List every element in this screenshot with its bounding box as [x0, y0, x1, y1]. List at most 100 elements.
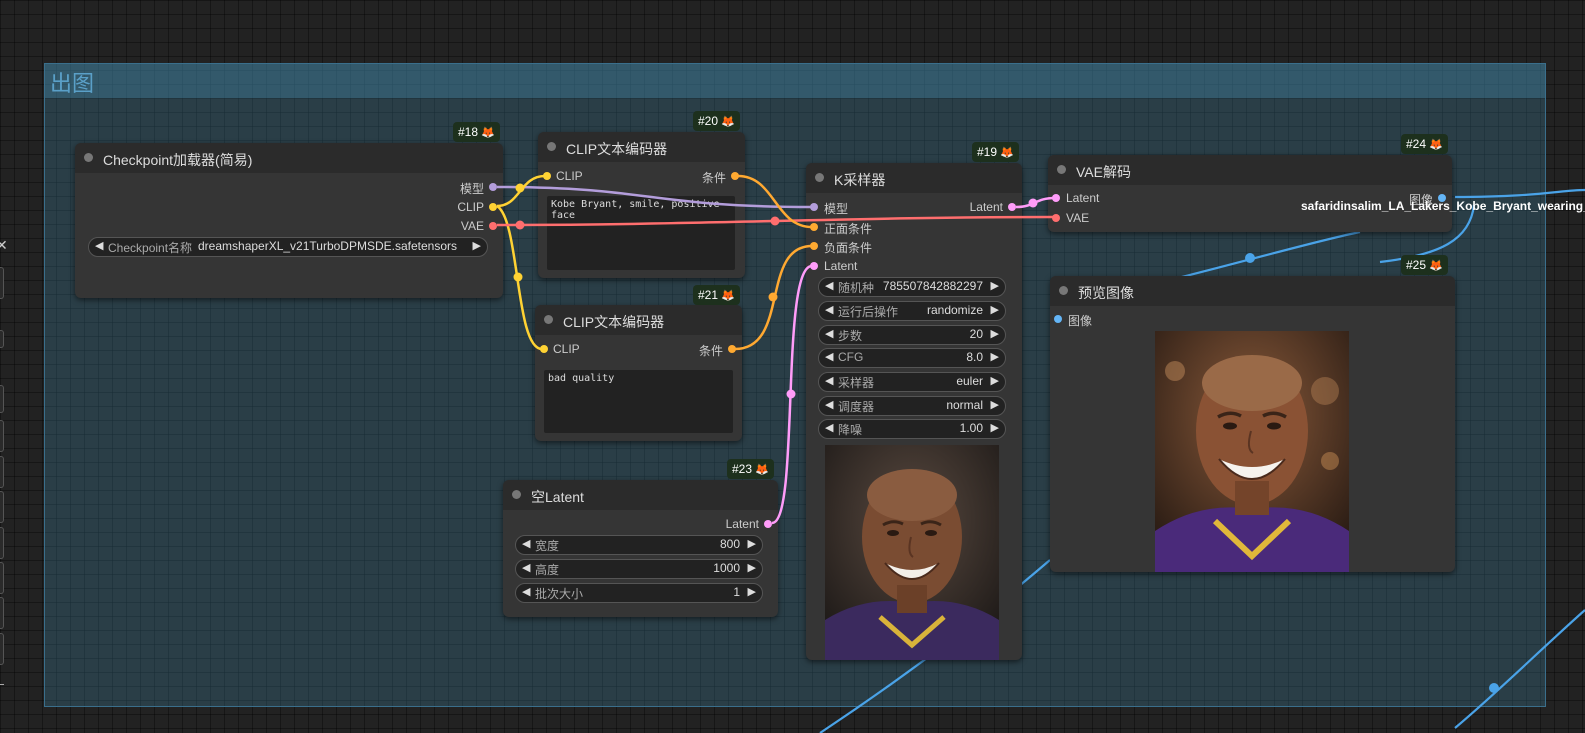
- node-title: VAE解码: [1076, 164, 1131, 180]
- input-vae-slot[interactable]: [1052, 214, 1060, 222]
- widget-sampler[interactable]: ◀ 采样器 euler ▶: [818, 372, 1006, 392]
- widget-label: 步数: [838, 329, 863, 343]
- node-header[interactable]: CLIP文本编码器: [535, 305, 742, 335]
- sampler-preview-image: [825, 445, 999, 660]
- toolbar-tab[interactable]: [0, 562, 4, 594]
- widget-scheduler[interactable]: ◀ 调度器 normal ▶: [818, 396, 1006, 416]
- widget-ckpt-name[interactable]: ◀ Checkpoint名称 dreamshaperXL_v21TurboDPM…: [88, 237, 488, 257]
- node-clip-text-encode-negative[interactable]: CLIP文本编码器 CLIP 条件 bad quality: [535, 305, 742, 441]
- arrow-left-icon[interactable]: ◀: [825, 398, 833, 411]
- collapse-dot[interactable]: [84, 153, 93, 162]
- input-clip-slot[interactable]: [540, 345, 548, 353]
- node-header[interactable]: K采样器: [806, 163, 1022, 193]
- node-empty-latent[interactable]: 空Latent Latent ◀ 宽度 800 ▶ ◀ 高度 1000 ▶ ◀ …: [503, 480, 778, 617]
- node-title: CLIP文本编码器: [566, 141, 668, 157]
- widget-label: Checkpoint名称: [108, 241, 193, 255]
- output-latent-slot[interactable]: [1008, 203, 1016, 211]
- input-latent-slot[interactable]: [1052, 194, 1060, 202]
- arrow-right-icon[interactable]: ▶: [991, 374, 999, 387]
- widget-cfg[interactable]: ◀ CFG 8.0 ▶: [818, 348, 1006, 368]
- input-image-slot[interactable]: [1054, 315, 1062, 323]
- collapse-dot[interactable]: [815, 173, 824, 182]
- input-latent-slot[interactable]: [810, 262, 818, 270]
- collapse-dot[interactable]: [1059, 286, 1068, 295]
- output-clip-slot[interactable]: [489, 203, 497, 211]
- toolbar-tab[interactable]: [0, 527, 4, 559]
- node-ksampler[interactable]: K采样器 模型 正面条件 负面条件 Latent Latent ◀ 随机种 78…: [806, 163, 1022, 660]
- input-clip-slot[interactable]: [543, 172, 551, 180]
- arrow-left-icon[interactable]: ◀: [825, 279, 833, 292]
- input-negative-slot[interactable]: [810, 242, 818, 250]
- node-header[interactable]: CLIP文本编码器: [538, 132, 745, 162]
- collapse-dot[interactable]: [547, 142, 556, 151]
- node-preview-image[interactable]: 预览图像 图像: [1050, 276, 1455, 572]
- output-conditioning-label: 条件: [701, 171, 726, 185]
- toolbar-tab[interactable]: [0, 633, 4, 665]
- arrow-right-icon[interactable]: ▶: [991, 398, 999, 411]
- input-positive-slot[interactable]: [810, 223, 818, 231]
- collapse-dot[interactable]: [544, 315, 553, 324]
- output-conditioning-slot[interactable]: [731, 172, 739, 180]
- toolbar-tab[interactable]: [0, 456, 4, 488]
- arrow-left-icon[interactable]: ◀: [825, 327, 833, 340]
- fox-icon: 🦊: [1429, 260, 1443, 272]
- arrow-right-icon[interactable]: ▶: [991, 279, 999, 292]
- prompt-textarea[interactable]: bad quality: [544, 370, 733, 433]
- node-clip-text-encode-positive[interactable]: CLIP文本编码器 CLIP 条件 Kobe Bryant, smile, po…: [538, 132, 745, 278]
- arrow-left-icon[interactable]: ◀: [522, 561, 530, 574]
- node-id: #20: [698, 114, 719, 128]
- widget-seed[interactable]: ◀ 随机种 785507842882297 ▶: [818, 277, 1006, 297]
- widget-height[interactable]: ◀ 高度 1000 ▶: [515, 559, 763, 579]
- prompt-textarea[interactable]: Kobe Bryant, smile, positive face: [547, 196, 735, 270]
- widget-width[interactable]: ◀ 宽度 800 ▶: [515, 535, 763, 555]
- arrow-left-icon[interactable]: ◀: [95, 239, 103, 252]
- toolbar-divider: [0, 684, 4, 685]
- output-latent-slot[interactable]: [764, 520, 772, 528]
- widget-denoise[interactable]: ◀ 降噪 1.00 ▶: [818, 419, 1006, 439]
- input-vae-label: VAE: [1066, 211, 1090, 225]
- toolbar-tab[interactable]: [0, 491, 4, 523]
- widget-label: 随机种: [838, 281, 875, 295]
- arrow-right-icon[interactable]: ▶: [473, 239, 481, 252]
- arrow-left-icon[interactable]: ◀: [522, 537, 530, 550]
- output-conditioning-slot[interactable]: [728, 345, 736, 353]
- arrow-right-icon[interactable]: ▶: [748, 561, 756, 574]
- collapse-dot[interactable]: [512, 490, 521, 499]
- arrow-left-icon[interactable]: ◀: [522, 585, 530, 598]
- output-vae-slot[interactable]: [489, 222, 497, 230]
- widget-label: 宽度: [535, 539, 560, 553]
- arrow-left-icon[interactable]: ◀: [825, 421, 833, 434]
- toolbar-tab[interactable]: [0, 385, 4, 413]
- widget-steps[interactable]: ◀ 步数 20 ▶: [818, 325, 1006, 345]
- arrow-right-icon[interactable]: ▶: [991, 421, 999, 434]
- toolbar-tab[interactable]: [0, 330, 4, 348]
- collapse-dot[interactable]: [1057, 165, 1066, 174]
- close-icon[interactable]: ✕: [0, 237, 8, 254]
- widget-batch-size[interactable]: ◀ 批次大小 1 ▶: [515, 583, 763, 603]
- arrow-right-icon[interactable]: ▶: [748, 585, 756, 598]
- arrow-right-icon[interactable]: ▶: [991, 327, 999, 340]
- arrow-right-icon[interactable]: ▶: [991, 350, 999, 363]
- node-header[interactable]: 预览图像: [1050, 276, 1455, 306]
- toolbar-tab[interactable]: [0, 597, 4, 629]
- widget-value: 20: [969, 327, 983, 341]
- widget-control-after-generate[interactable]: ◀ 运行后操作 randomize ▶: [818, 301, 1006, 321]
- output-model-slot[interactable]: [489, 183, 497, 191]
- arrow-left-icon[interactable]: ◀: [825, 350, 833, 363]
- input-image-label: 图像: [1068, 314, 1093, 328]
- node-header[interactable]: Checkpoint加载器(简易): [75, 143, 503, 173]
- node-header[interactable]: VAE解码: [1048, 155, 1452, 185]
- arrow-right-icon[interactable]: ▶: [748, 537, 756, 550]
- preview-output-image[interactable]: [1155, 331, 1349, 572]
- widget-value: randomize: [926, 303, 983, 317]
- toolbar-tab[interactable]: [0, 267, 4, 299]
- input-model-slot[interactable]: [810, 203, 818, 211]
- arrow-left-icon[interactable]: ◀: [825, 374, 833, 387]
- node-checkpoint-loader[interactable]: Checkpoint加载器(简易) 模型 CLIP VAE ◀ Checkpoi…: [75, 143, 503, 298]
- input-clip-label: CLIP: [553, 342, 580, 356]
- node-header[interactable]: 空Latent: [503, 480, 778, 510]
- toolbar-tab[interactable]: [0, 420, 4, 452]
- arrow-right-icon[interactable]: ▶: [991, 303, 999, 316]
- arrow-left-icon[interactable]: ◀: [825, 303, 833, 316]
- node-vae-decode[interactable]: VAE解码 Latent VAE 图像: [1048, 155, 1452, 232]
